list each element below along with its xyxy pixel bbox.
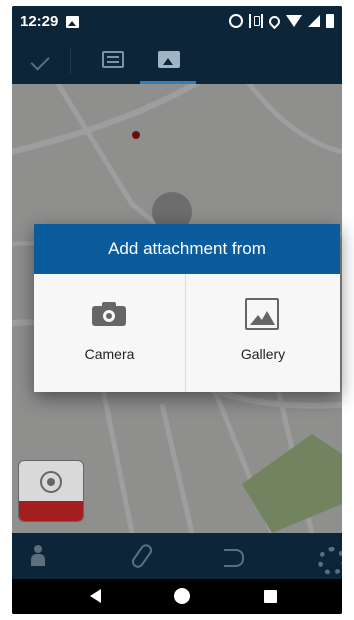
gallery-label: Gallery [240, 346, 286, 362]
dialog-options: Camera Gallery [34, 274, 340, 392]
check-icon[interactable] [26, 50, 52, 72]
signal-icon [308, 15, 320, 27]
home-icon[interactable] [174, 588, 190, 604]
add-attachment-icon[interactable] [122, 533, 162, 579]
camera-option[interactable]: Camera [34, 274, 186, 392]
settings-icon[interactable] [308, 533, 342, 579]
dialog-title: Add attachment from [34, 224, 340, 274]
tab-attachment[interactable] [140, 38, 196, 84]
locate-widget[interactable] [18, 460, 84, 522]
attachment-dialog: Add attachment from Camera Gallery [34, 224, 340, 392]
recents-icon[interactable] [264, 590, 277, 603]
vibrate-icon [249, 14, 263, 28]
tab-form[interactable] [84, 38, 140, 84]
battery-icon [326, 14, 334, 28]
gps-target-icon [40, 471, 62, 493]
gallery-icon [245, 298, 279, 330]
status-bar: 12:29 [12, 6, 342, 38]
top-toolbar [12, 38, 342, 84]
location-icon [266, 13, 283, 29]
gps-status-bar [19, 501, 83, 521]
back-icon[interactable] [90, 589, 101, 603]
camera-icon [92, 300, 126, 326]
attachment-icon [158, 51, 180, 68]
form-icon [102, 51, 124, 68]
undo-icon[interactable] [214, 533, 254, 579]
person-location-icon[interactable] [24, 533, 64, 579]
toolbar-divider [70, 48, 71, 74]
status-icons [229, 13, 334, 29]
gallery-option[interactable]: Gallery [186, 274, 340, 392]
status-time: 12:29 [20, 13, 59, 30]
image-notification-icon [66, 16, 79, 28]
android-nav-bar [12, 579, 342, 614]
alarm-icon [229, 14, 243, 28]
bottom-toolbar [12, 533, 342, 579]
wifi-icon [286, 15, 302, 27]
camera-label: Camera [84, 346, 135, 362]
